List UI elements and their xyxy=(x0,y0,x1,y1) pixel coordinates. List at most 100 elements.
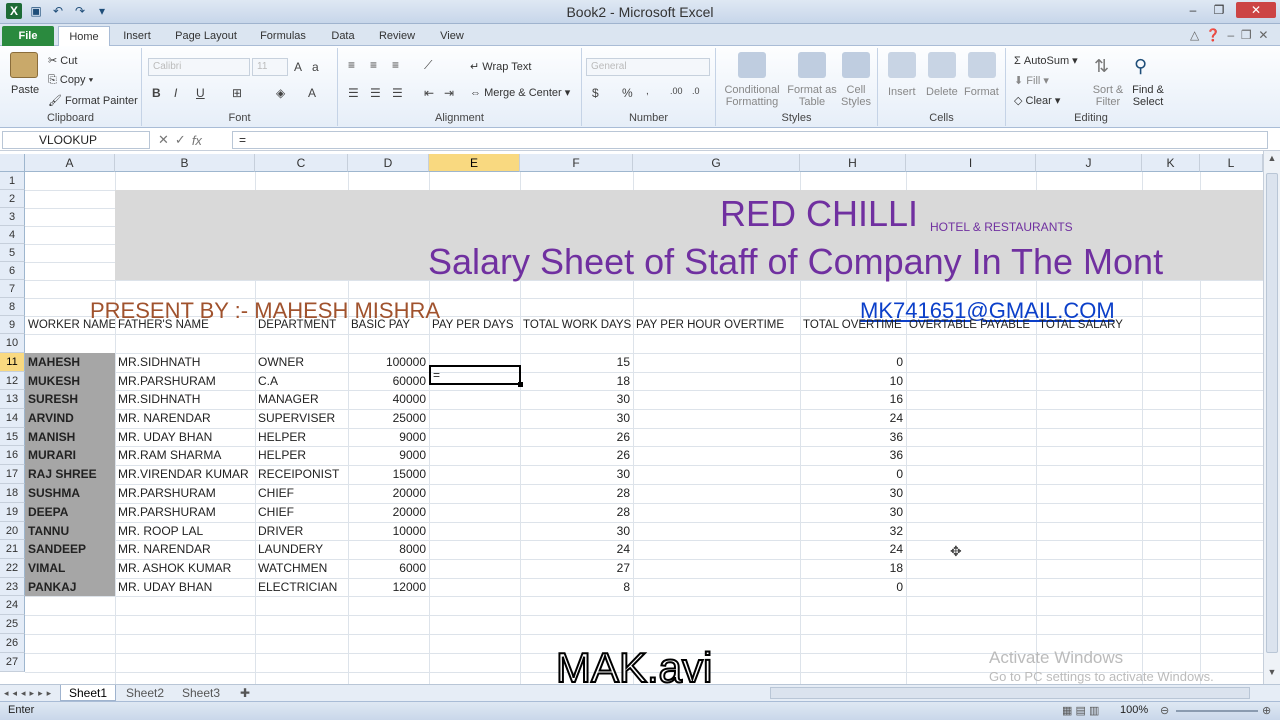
active-cell[interactable]: = xyxy=(429,365,521,385)
number-format-combo[interactable]: General xyxy=(586,58,710,76)
vertical-scroll-thumb[interactable] xyxy=(1266,173,1278,653)
sheet-tab-1[interactable]: Sheet1 xyxy=(60,685,117,701)
row-header-20[interactable]: 20 xyxy=(0,522,25,540)
align-top-icon[interactable]: ≡ xyxy=(348,58,355,72)
tab-data[interactable]: Data xyxy=(322,26,364,46)
conditional-formatting-button[interactable]: Conditional Formatting xyxy=(722,84,782,108)
row-header-1[interactable]: 1 xyxy=(0,172,25,190)
currency-icon[interactable]: $ xyxy=(592,86,599,100)
normal-view-icon[interactable]: ▦ xyxy=(1062,705,1072,717)
row-header-21[interactable]: 21 xyxy=(0,540,25,559)
find-select-button[interactable]: Find & Select xyxy=(1128,84,1168,108)
fill-color-icon[interactable]: ◈ xyxy=(276,86,285,100)
cut-button[interactable]: ✂ Cut xyxy=(48,54,77,67)
tab-review[interactable]: Review xyxy=(372,26,422,46)
sort-filter-button[interactable]: Sort & Filter xyxy=(1090,84,1126,108)
row-header-2[interactable]: 2 xyxy=(0,190,25,208)
insert-sheet-icon[interactable]: ✚ xyxy=(232,685,258,701)
row-header-18[interactable]: 18 xyxy=(0,484,25,503)
workbook-restore-icon[interactable]: ❐ xyxy=(1241,28,1252,42)
format-as-table-button[interactable]: Format as Table xyxy=(784,84,840,108)
font-size-combo[interactable]: 11 xyxy=(252,58,288,76)
column-header-a[interactable]: A xyxy=(25,154,115,172)
fill-handle[interactable] xyxy=(518,382,523,387)
insert-cells-icon[interactable] xyxy=(888,52,916,78)
autosum-button[interactable]: Σ AutoSum ▾ xyxy=(1014,54,1078,67)
align-middle-icon[interactable]: ≡ xyxy=(370,58,377,72)
shrink-font-icon[interactable]: a xyxy=(312,60,319,74)
align-left-icon[interactable]: ☰ xyxy=(348,86,359,100)
column-header-k[interactable]: K xyxy=(1142,154,1200,172)
format-cells-button[interactable]: Format xyxy=(964,86,999,98)
minimize-icon[interactable]: – xyxy=(1182,2,1204,18)
row-header-26[interactable]: 26 xyxy=(0,634,25,653)
page-break-view-icon[interactable]: ▥ xyxy=(1089,705,1099,717)
enter-icon[interactable]: ✓ xyxy=(175,132,186,148)
page-layout-view-icon[interactable]: ▤ xyxy=(1075,705,1085,717)
orientation-icon[interactable]: ⟋ xyxy=(424,58,432,73)
row-header-14[interactable]: 14 xyxy=(0,409,25,428)
cancel-icon[interactable]: ✕ xyxy=(158,132,169,148)
sheet-tab-2[interactable]: Sheet2 xyxy=(118,685,172,701)
tab-file[interactable]: File xyxy=(2,26,54,46)
row-header-27[interactable]: 27 xyxy=(0,653,25,672)
bold-icon[interactable]: B xyxy=(152,86,161,100)
column-header-h[interactable]: H xyxy=(800,154,906,172)
row-header-4[interactable]: 4 xyxy=(0,226,25,244)
column-header-l[interactable]: L xyxy=(1200,154,1263,172)
paste-icon[interactable] xyxy=(10,52,38,78)
help-icon[interactable]: ❓ xyxy=(1206,28,1221,42)
insert-cells-button[interactable]: Insert xyxy=(888,86,916,98)
zoom-in-icon[interactable]: ⊕ xyxy=(1262,704,1271,717)
indent-icon[interactable]: ⇤ xyxy=(424,86,434,100)
format-painter-button[interactable]: 🖌 Format Painter xyxy=(48,94,138,107)
paste-button[interactable]: Paste xyxy=(11,84,39,96)
outdent-icon[interactable]: ⇥ xyxy=(444,86,454,100)
copy-button[interactable]: ⎘ Copy ▾ xyxy=(48,74,93,87)
increase-decimal-icon[interactable]: .00 xyxy=(670,86,683,96)
align-right-icon[interactable]: ☰ xyxy=(392,86,403,100)
scroll-up-icon[interactable]: ▲ xyxy=(1266,153,1278,165)
row-header-25[interactable]: 25 xyxy=(0,615,25,634)
row-header-9[interactable]: 9 xyxy=(0,316,25,334)
row-header-23[interactable]: 23 xyxy=(0,578,25,596)
clear-button[interactable]: ◇ Clear ▾ xyxy=(1014,94,1060,107)
sheet-tab-3[interactable]: Sheet3 xyxy=(174,685,228,701)
column-header-b[interactable]: B xyxy=(115,154,255,172)
minimize-ribbon-icon[interactable]: △ xyxy=(1190,28,1199,42)
zoom-slider[interactable] xyxy=(1176,710,1258,712)
align-center-icon[interactable]: ☰ xyxy=(370,86,381,100)
scroll-down-icon[interactable]: ▼ xyxy=(1266,667,1278,679)
decrease-decimal-icon[interactable]: .0 xyxy=(692,86,700,96)
tab-view[interactable]: View xyxy=(430,26,474,46)
merge-center-button[interactable]: ⇔ Merge & Center ▾ xyxy=(470,86,570,99)
column-header-d[interactable]: D xyxy=(348,154,429,172)
row-header-19[interactable]: 19 xyxy=(0,503,25,522)
row-header-6[interactable]: 6 xyxy=(0,262,25,280)
format-as-table-icon[interactable] xyxy=(798,52,826,78)
italic-icon[interactable]: I xyxy=(174,86,177,100)
delete-cells-button[interactable]: Delete xyxy=(926,86,958,98)
row-header-15[interactable]: 15 xyxy=(0,428,25,446)
workbook-minimize-icon[interactable]: – xyxy=(1228,28,1235,42)
row-header-5[interactable]: 5 xyxy=(0,244,25,262)
sheet-nav-arrows-icon[interactable]: ◂◂◂▸▸▸ xyxy=(4,685,55,701)
cell-styles-icon[interactable] xyxy=(842,52,870,78)
grow-font-icon[interactable]: A xyxy=(294,60,302,74)
binoculars-icon[interactable]: ⚲ xyxy=(1134,56,1147,77)
close-icon[interactable]: ✕ xyxy=(1236,2,1276,18)
zoom-out-icon[interactable]: ⊖ xyxy=(1160,704,1169,717)
underline-icon[interactable]: U xyxy=(196,86,205,100)
formula-input[interactable]: = xyxy=(232,131,1268,149)
workbook-close-icon[interactable]: ✕ xyxy=(1258,28,1268,42)
restore-icon[interactable]: ❐ xyxy=(1208,2,1230,18)
column-header-g[interactable]: G xyxy=(633,154,800,172)
zoom-level[interactable]: 100% xyxy=(1120,704,1148,716)
row-header-22[interactable]: 22 xyxy=(0,559,25,578)
select-all-corner[interactable] xyxy=(0,154,25,172)
comma-icon[interactable]: , xyxy=(646,86,649,97)
borders-icon[interactable]: ⊞ xyxy=(232,86,242,100)
tab-page-layout[interactable]: Page Layout xyxy=(168,26,244,46)
column-header-j[interactable]: J xyxy=(1036,154,1142,172)
percent-icon[interactable]: % xyxy=(622,86,633,100)
